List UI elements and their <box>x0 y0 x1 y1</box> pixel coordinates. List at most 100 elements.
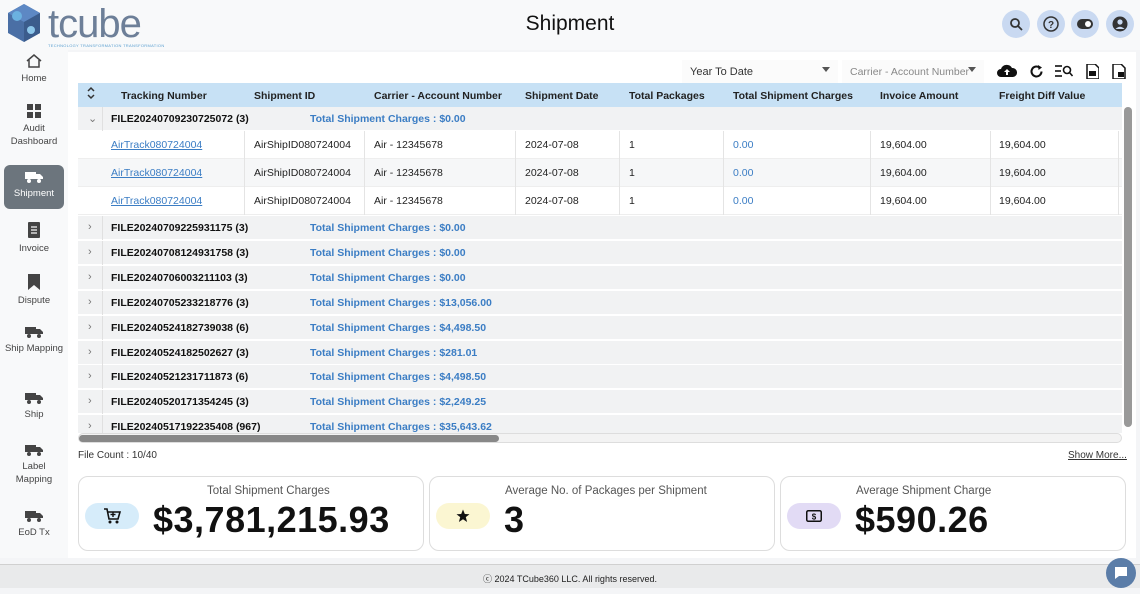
table-row[interactable]: AirTrack080724004 AirShipID080724004 Air -… <box>78 187 1122 215</box>
stat-value: 3 <box>504 499 525 540</box>
sidebar-item-label: Label Mapping <box>15 461 53 485</box>
tracking-link[interactable]: AirTrack080724004 <box>111 167 202 179</box>
group-row[interactable]: › FILE20240520171354245 (3) Total Shipment… <box>78 390 1122 415</box>
truck-icon <box>25 172 43 183</box>
logo-text: tcube <box>48 2 142 46</box>
group-total: Total Shipment Charges : $0.00 <box>310 113 466 125</box>
table-row[interactable]: AirTrack080724004 AirShipID080724004 Air -… <box>78 131 1122 159</box>
horizontal-scrollbar[interactable] <box>78 433 1122 443</box>
search-button[interactable] <box>1002 10 1030 38</box>
svg-text:$: $ <box>812 512 817 521</box>
show-more-link[interactable]: Show More... <box>1068 450 1127 461</box>
group-total: Total Shipment Charges : $0.00 <box>310 222 466 234</box>
group-row[interactable]: › FILE20240521231711873 (6) Total Shipment… <box>78 365 1122 390</box>
table-cell: 19,604.00 <box>880 139 927 151</box>
scroll-thumb[interactable] <box>79 435 499 442</box>
period-select[interactable]: Year To Date <box>682 60 838 84</box>
help-button[interactable]: ? <box>1037 10 1065 38</box>
shipment-table: Tracking Number Shipment ID Carrier - Ac… <box>78 83 1122 433</box>
dollar-icon: $ <box>806 510 822 522</box>
sidebar-item-shipment[interactable]: Shipment <box>4 165 64 209</box>
vertical-scrollbar[interactable] <box>1124 107 1132 427</box>
chevron-right-icon: › <box>88 270 92 283</box>
group-row[interactable]: › FILE20240524182739038 (6) Total Shipment… <box>78 315 1122 340</box>
table-row[interactable]: AirTrack080724004 AirShipID080724004 Air -… <box>78 159 1122 187</box>
table-cell: Air - 12345678 <box>374 195 443 207</box>
sidebar-item-label: Invoice <box>18 243 50 254</box>
group-file-name: FILE20240706003211103 (3) <box>111 271 248 284</box>
chevron-right-icon: › <box>88 420 92 433</box>
table-cell: 19,604.00 <box>880 195 927 207</box>
group-row[interactable]: › FILE20240517192235408 (967) Total Shipme… <box>78 415 1122 433</box>
group-row-expanded[interactable]: ⌄ FILE20240709230725072 (3) Total Shipme… <box>78 107 1122 131</box>
filter-search-button[interactable] <box>1053 60 1075 82</box>
group-row[interactable]: › FILE20240706003211103 (3) Total Shipment… <box>78 265 1122 290</box>
upload-button[interactable] <box>996 60 1018 82</box>
table-cell: 19,604.00 <box>999 139 1046 151</box>
table-cell: 2024-07-08 <box>525 167 579 179</box>
user-button[interactable] <box>1106 10 1134 38</box>
carrier-account-select[interactable]: Carrier - Account Number <box>842 60 984 84</box>
group-total: Total Shipment Charges : $0.00 <box>310 271 466 284</box>
group-file-name: FILE20240705233218776 (3) <box>111 296 249 309</box>
sidebar-item-label: Ship Mapping <box>4 343 64 354</box>
export-excel-button[interactable] <box>1108 60 1130 82</box>
sidebar-item-ship-mapping[interactable]: Ship Mapping <box>4 326 64 355</box>
sidebar-item-home[interactable]: Home <box>4 54 64 85</box>
table-cell: 19,604.00 <box>880 167 927 179</box>
sidebar-item-audit-dashboard[interactable]: Audit Dashboard <box>4 104 64 148</box>
col-header[interactable]: Tracking Number <box>121 90 207 102</box>
group-row[interactable]: › FILE20240708124931758 (3) Total Shipment… <box>78 240 1122 265</box>
table-cell: 0.00 <box>733 139 754 151</box>
star-icon-badge <box>436 503 490 529</box>
sort-toggle[interactable] <box>87 86 95 103</box>
group-total: Total Shipment Charges : $4,498.50 <box>310 371 487 384</box>
sidebar-item-dispute[interactable]: Dispute <box>4 274 64 307</box>
group-total: Total Shipment Charges : $2,249.25 <box>310 396 487 409</box>
invoice-icon <box>28 222 40 238</box>
sidebar-item-eod-tx[interactable]: EoD Tx <box>4 510 64 539</box>
cube-logo-icon <box>8 4 40 42</box>
stat-card-total-charges: Total Shipment Charges $3,781,215.93 <box>78 476 424 551</box>
col-header[interactable]: Total Packages <box>629 90 705 102</box>
group-total: Total Shipment Charges : $13,056.00 <box>310 296 492 309</box>
home-icon <box>26 54 42 68</box>
col-header[interactable]: Shipment Date <box>525 90 599 102</box>
stat-value: $590.26 <box>855 499 989 540</box>
chevron-down-icon <box>968 67 976 72</box>
scroll-thumb[interactable] <box>1124 107 1132 427</box>
chevron-right-icon: › <box>88 370 92 383</box>
group-file-name: FILE20240709225931175 (3) <box>111 222 249 234</box>
sidebar-item-label-mapping[interactable]: Label Mapping <box>4 444 64 486</box>
table-cell: Air - 12345678 <box>374 167 443 179</box>
export-pdf-button[interactable] <box>1081 60 1103 82</box>
sidebar-item-label: Ship <box>24 409 44 420</box>
chevron-right-icon: › <box>88 245 92 258</box>
refresh-icon <box>1030 64 1042 77</box>
stat-card-avg-charge: $ Average Shipment Charge $590.26 <box>780 476 1126 551</box>
group-row[interactable]: › FILE20240705233218776 (3) Total Shipment… <box>78 290 1122 315</box>
col-header[interactable]: Freight Diff Value <box>999 90 1085 102</box>
tcube-logo[interactable]: tcube TECHNOLOGY TRANSFORMATION TRANSFOR… <box>4 2 174 48</box>
col-header[interactable]: Shipment ID <box>254 90 315 102</box>
group-file-name: FILE20240524182739038 (6) <box>111 321 249 334</box>
table-cell: AirShipID080724004 <box>254 195 351 207</box>
user-icon <box>1112 16 1128 32</box>
col-header[interactable]: Invoice Amount <box>880 90 958 102</box>
star-icon <box>456 509 470 522</box>
cart-icon <box>104 508 121 524</box>
chat-button[interactable] <box>1106 558 1136 588</box>
group-row[interactable]: › FILE20240524182502627 (3) Total Shipment… <box>78 340 1122 365</box>
sidebar-item-invoice[interactable]: Invoice <box>4 222 64 255</box>
col-header[interactable]: Total Shipment Charges <box>733 90 853 102</box>
tracking-link[interactable]: AirTrack080724004 <box>111 195 202 207</box>
group-file-name: FILE20240521231711873 (6) <box>111 371 249 384</box>
sidebar-item-ship[interactable]: Ship <box>4 392 64 421</box>
truck-icon <box>25 327 43 338</box>
stat-title: Average Shipment Charge <box>856 485 992 497</box>
refresh-button[interactable] <box>1025 60 1047 82</box>
toggle-button[interactable] <box>1071 10 1099 38</box>
col-header[interactable]: Carrier - Account Number <box>374 90 502 102</box>
group-row[interactable]: › FILE20240709225931175 (3) Total Shipment… <box>78 216 1122 240</box>
tracking-link[interactable]: AirTrack080724004 <box>111 139 202 151</box>
